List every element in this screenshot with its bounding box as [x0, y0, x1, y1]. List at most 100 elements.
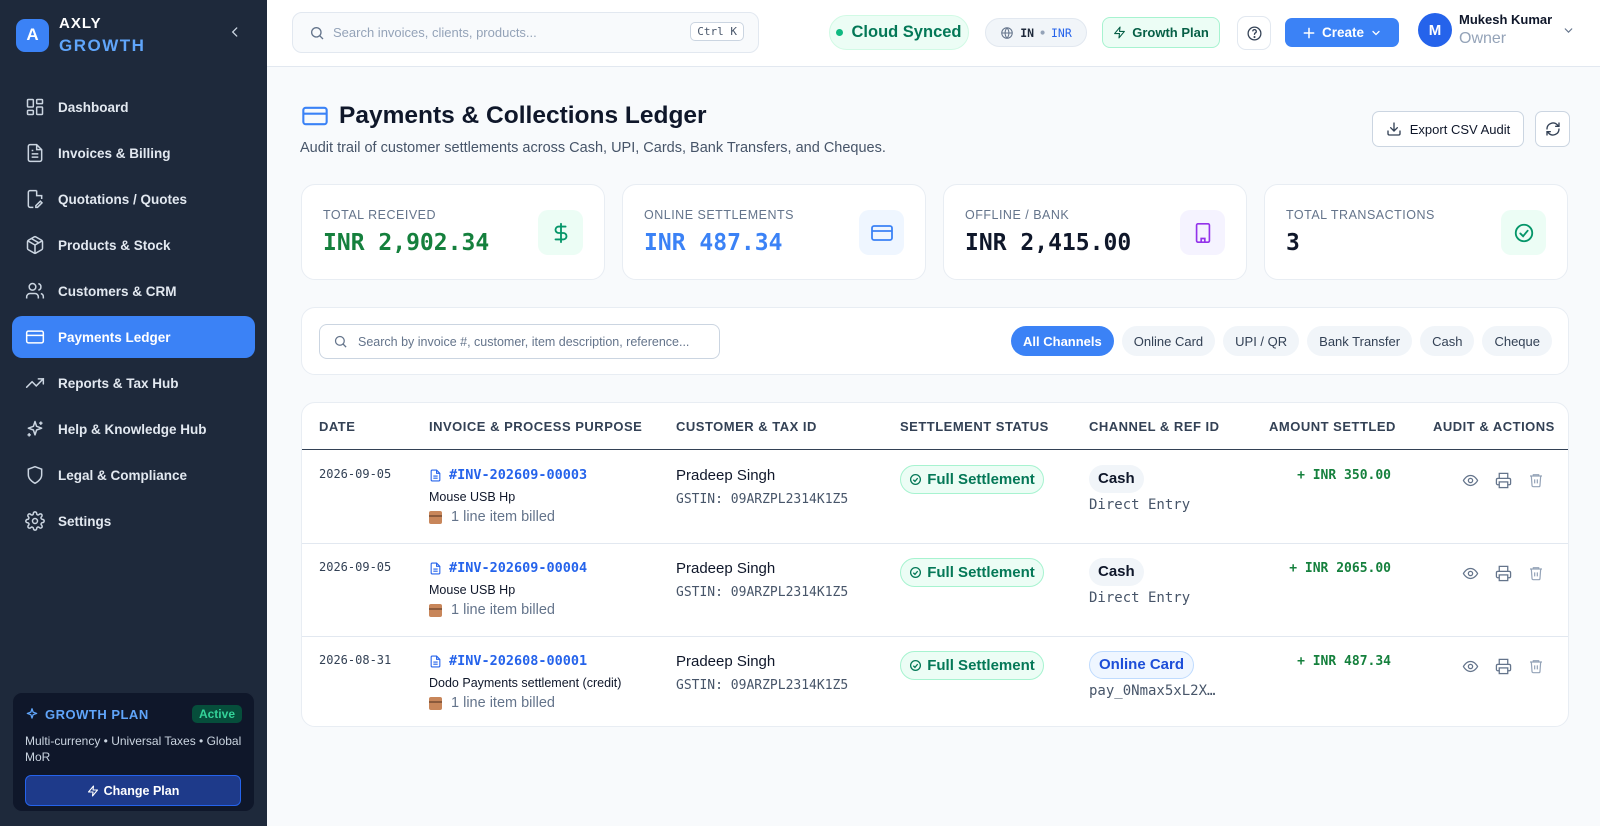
- global-search[interactable]: Ctrl K: [292, 12, 759, 53]
- sidebar-item-label: Invoices & Billing: [58, 145, 171, 161]
- invoice-link[interactable]: #INV-202609-00004: [429, 560, 587, 576]
- row-date: 2026-08-31: [319, 653, 392, 667]
- invoice-number: #INV-202609-00004: [449, 560, 588, 576]
- sidebar-item-payments[interactable]: Payments Ledger: [12, 316, 255, 358]
- trash-icon: [1530, 567, 1542, 581]
- help-button[interactable]: [1237, 16, 1271, 50]
- status-label: Full Settlement: [927, 564, 1035, 581]
- sidebar-item-legal[interactable]: Legal & Compliance: [12, 454, 255, 496]
- change-plan-button[interactable]: Change Plan: [25, 775, 241, 806]
- chip-cheque[interactable]: Cheque: [1482, 326, 1552, 356]
- customer-name: Pradeep Singh: [676, 467, 776, 484]
- print-button[interactable]: [1494, 471, 1512, 489]
- column-header-channel[interactable]: CHANNEL & REF ID: [1089, 419, 1220, 434]
- channel-badge: Online Card: [1089, 651, 1195, 679]
- create-button[interactable]: Create: [1285, 18, 1399, 47]
- stat-card-total-transactions: TOTAL TRANSACTIONS 3: [1264, 184, 1568, 280]
- sidebar-item-dashboard[interactable]: Dashboard: [12, 86, 255, 128]
- channel-badge: Cash: [1089, 558, 1144, 586]
- table-row[interactable]: 2026-09-05 #INV-202609-00004 Mouse USB H…: [302, 544, 1568, 637]
- view-button[interactable]: [1461, 471, 1479, 489]
- chip-online-card[interactable]: Online Card: [1121, 326, 1216, 356]
- column-header-status[interactable]: SETTLEMENT STATUS: [900, 419, 1049, 434]
- ledger-table: DATE INVOICE & PROCESS PURPOSE CUSTOMER …: [301, 402, 1569, 727]
- sidebar-item-customers[interactable]: Customers & CRM: [12, 270, 255, 312]
- customer-tax-id: GSTIN: 09ARZPL2314K1Z5: [676, 492, 849, 507]
- column-header-date[interactable]: DATE: [319, 419, 355, 434]
- create-label: Create: [1321, 25, 1365, 40]
- plan-title-label: GROWTH PLAN: [45, 706, 149, 722]
- chip-upi-qr[interactable]: UPI / QR: [1223, 326, 1300, 356]
- chip-cash[interactable]: Cash: [1420, 326, 1475, 356]
- refresh-button[interactable]: [1535, 111, 1570, 147]
- print-button[interactable]: [1494, 657, 1512, 675]
- sidebar-item-label: Customers & CRM: [58, 283, 177, 299]
- status-label: Full Settlement: [927, 471, 1035, 488]
- user-menu[interactable]: M Mukesh Kumar Owner: [1418, 13, 1575, 47]
- brand[interactable]: A AXLY GROWTH: [16, 16, 145, 54]
- ledger-search[interactable]: [319, 324, 720, 359]
- sparkles-icon: [27, 420, 43, 437]
- amount-settled: + INR 487.34: [1297, 654, 1391, 669]
- invoice-link[interactable]: #INV-202609-00003: [429, 467, 587, 483]
- row-date: 2026-09-05: [319, 560, 392, 574]
- channel-badge: Cash: [1089, 465, 1144, 493]
- trash-icon: [1530, 474, 1542, 488]
- sidebar-nav: Dashboard Invoices & Billing Quotations …: [12, 86, 255, 546]
- chip-bank-transfer[interactable]: Bank Transfer: [1307, 326, 1413, 356]
- column-header-amount[interactable]: AMOUNT SETTLED: [1269, 419, 1396, 434]
- sidebar-item-settings[interactable]: Settings: [12, 500, 255, 542]
- delete-button[interactable]: [1527, 657, 1545, 675]
- locale-country: IN: [1020, 25, 1035, 40]
- view-button[interactable]: [1461, 564, 1479, 582]
- lightning-icon: [1114, 26, 1126, 39]
- invoice-link[interactable]: #INV-202608-00001: [429, 653, 621, 669]
- brand-name: AXLY: [59, 15, 102, 32]
- view-button[interactable]: [1461, 657, 1479, 675]
- print-button[interactable]: [1494, 564, 1512, 582]
- trending-up-icon: [25, 378, 45, 388]
- users-icon: [25, 282, 45, 299]
- sidebar-item-invoices[interactable]: Invoices & Billing: [12, 132, 255, 174]
- sidebar-item-help[interactable]: Help & Knowledge Hub: [12, 408, 255, 450]
- sync-status-label: Cloud Synced: [851, 23, 962, 41]
- sidebar-item-quotations[interactable]: Quotations / Quotes: [12, 178, 255, 220]
- eye-icon: [1462, 567, 1478, 579]
- locale-selector[interactable]: IN • INR: [985, 18, 1087, 47]
- sidebar-item-products[interactable]: Products & Stock: [12, 224, 255, 266]
- page-header: Payments & Collections Ledger: [301, 102, 707, 130]
- package-icon: [429, 603, 442, 617]
- export-csv-label: Export CSV Audit: [1409, 121, 1511, 137]
- sidebar-item-reports[interactable]: Reports & Tax Hub: [12, 362, 255, 404]
- column-header-customer[interactable]: CUSTOMER & TAX ID: [676, 419, 817, 434]
- lightning-icon: [87, 784, 98, 797]
- delete-button[interactable]: [1527, 471, 1545, 489]
- line-item-count: 1 line item billed: [451, 695, 555, 711]
- credit-card-icon: [302, 106, 328, 126]
- growth-plan-button[interactable]: Growth Plan: [1102, 17, 1220, 48]
- ledger-search-input[interactable]: [358, 334, 698, 349]
- sidebar-item-label: Legal & Compliance: [58, 467, 188, 483]
- status-dot: [836, 29, 844, 36]
- plan-card: GROWTH PLAN Active Multi-currency • Univ…: [12, 692, 255, 812]
- channel-filter-chips: All Channels Online Card UPI / QR Bank T…: [1003, 326, 1552, 356]
- row-date: 2026-09-05: [319, 467, 392, 481]
- chip-all-channels[interactable]: All Channels: [1011, 326, 1114, 356]
- table-row[interactable]: 2026-08-31 #INV-202608-00001 Dodo Paymen…: [302, 637, 1568, 726]
- stat-card-online-settlements: ONLINE SETTLEMENTS INR 487.34: [622, 184, 926, 280]
- table-row[interactable]: 2026-09-05 #INV-202609-00003 Mouse USB H…: [302, 451, 1568, 544]
- delete-button[interactable]: [1527, 564, 1545, 582]
- chevron-down-icon: [1564, 27, 1573, 33]
- sidebar-item-label: Reports & Tax Hub: [58, 375, 179, 391]
- customer-tax-id: GSTIN: 09ARZPL2314K1Z5: [676, 585, 849, 600]
- export-csv-button[interactable]: Export CSV Audit: [1372, 111, 1524, 147]
- channel-reference: Direct Entry: [1089, 497, 1191, 513]
- global-search-input[interactable]: [333, 25, 683, 40]
- package-icon: [429, 510, 442, 524]
- invoice-number: #INV-202609-00003: [449, 467, 588, 483]
- sidebar-item-label: Settings: [58, 513, 112, 529]
- search-shortcut-hint: Ctrl K: [690, 22, 744, 41]
- column-header-invoice[interactable]: INVOICE & PROCESS PURPOSE: [429, 419, 642, 434]
- collapse-sidebar-button[interactable]: [225, 22, 245, 42]
- amount-settled: + INR 350.00: [1297, 468, 1391, 483]
